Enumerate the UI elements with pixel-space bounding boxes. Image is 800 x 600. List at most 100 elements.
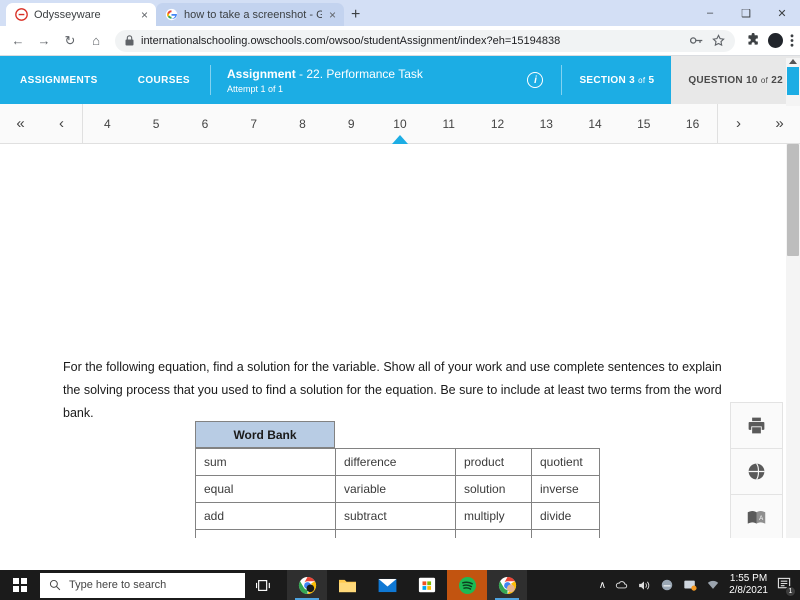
dictionary-button[interactable]: A [731, 495, 782, 538]
puzzle-piece-icon[interactable] [746, 33, 761, 48]
pager-page-5[interactable]: 5 [132, 104, 181, 143]
pager-numbers: 4 5 6 7 8 9 10 11 12 13 14 15 16 [82, 104, 718, 143]
notification-center-button[interactable]: 1 [777, 577, 796, 597]
window-close-button[interactable]: ✕ [764, 0, 800, 26]
home-button[interactable]: ⌂ [84, 29, 108, 53]
forward-button[interactable]: → [32, 29, 56, 53]
question-indicator: QUESTION 10 of 22 [671, 56, 800, 104]
address-bar-url: internationalschooling.owschools.com/ows… [141, 34, 561, 47]
taskbar-clock[interactable]: 1:55 PM 2/8/2021 [729, 573, 768, 598]
word-bank-cell: quotient [531, 448, 600, 476]
task-view-icon [256, 579, 270, 591]
browser-tab-odysseyware[interactable]: Odysseyware × [6, 3, 156, 26]
pager-page-16[interactable]: 16 [668, 104, 717, 143]
globe-icon [748, 463, 765, 480]
browser-tab-google-search[interactable]: how to take a screenshot - Goog × [156, 3, 344, 26]
word-bank-cell: sum [195, 448, 336, 476]
three-dot-menu-icon[interactable] [790, 33, 794, 48]
print-button[interactable] [731, 403, 782, 449]
file-explorer-taskbar-icon[interactable] [327, 570, 367, 600]
browser-tab-title: how to take a screenshot - Goog [184, 8, 322, 21]
cloud-sync-icon[interactable] [660, 578, 674, 592]
pager-page-12[interactable]: 12 [473, 104, 522, 143]
pager-page-14[interactable]: 14 [571, 104, 620, 143]
pager-page-9[interactable]: 9 [327, 104, 376, 143]
dictionary-icon: A [747, 510, 766, 524]
maximize-button[interactable]: ❑ [728, 0, 764, 26]
page-scrollbar[interactable] [786, 144, 800, 538]
question-text: For the following equation, find a solut… [63, 360, 722, 421]
scrollbar-thumb[interactable] [787, 67, 799, 95]
display-icon[interactable] [683, 578, 697, 592]
close-icon[interactable]: × [140, 9, 149, 21]
translate-button[interactable] [731, 449, 782, 495]
pager-page-6[interactable]: 6 [181, 104, 230, 143]
screen: Odysseyware × how to take a screenshot -… [0, 0, 800, 600]
address-bar[interactable]: internationalschooling.owschools.com/ows… [115, 29, 735, 52]
pager-page-15[interactable]: 15 [619, 104, 668, 143]
pager-first-button[interactable]: « [0, 104, 41, 143]
assignment-info: Assignment - 22. Performance Task Attemp… [211, 56, 509, 104]
back-button[interactable]: ← [6, 29, 30, 53]
taskbar-search-placeholder: Type here to search [69, 579, 167, 591]
new-tab-button[interactable]: + [351, 6, 360, 26]
window-controls: – ❑ ✕ [692, 0, 800, 26]
pager-page-8[interactable]: 8 [278, 104, 327, 143]
chrome-second-taskbar-icon[interactable] [487, 570, 527, 600]
search-icon [49, 579, 61, 591]
pager-page-7[interactable]: 7 [229, 104, 278, 143]
word-bank: Word Bank sum difference product quotient eq… [195, 421, 600, 538]
pager-page-4[interactable]: 4 [83, 104, 132, 143]
word-bank-cell: divide [531, 502, 600, 530]
minimize-button[interactable]: – [692, 0, 728, 26]
start-button[interactable] [0, 570, 40, 600]
clock-time: 1:55 PM [729, 572, 768, 584]
word-bank-table: sum difference product quotient equal variabl… [195, 448, 600, 538]
print-icon [748, 417, 765, 434]
pager-last-button[interactable]: » [759, 104, 800, 143]
nav-assignments[interactable]: ASSIGNMENTS [0, 56, 118, 104]
word-bank-header: Word Bank [195, 421, 335, 448]
chrome-taskbar-icon[interactable] [287, 570, 327, 600]
spotify-taskbar-icon[interactable] [447, 570, 487, 600]
pager-next-button[interactable]: › [718, 104, 759, 143]
browser-toolbar: ← → ↻ ⌂ internationalschooling.owschools… [0, 26, 800, 56]
nav-courses[interactable]: COURSES [118, 56, 210, 104]
browser-tab-title: Odysseyware [34, 8, 101, 21]
scroll-up-arrow-icon[interactable] [789, 59, 797, 64]
avatar[interactable] [768, 33, 783, 48]
mail-taskbar-icon[interactable] [367, 570, 407, 600]
task-view-button[interactable] [245, 579, 283, 592]
volume-icon[interactable] [637, 579, 651, 592]
section-indicator: SECTION 3 of 5 [562, 56, 671, 104]
word-bank-cell: inequality [531, 529, 600, 538]
microsoft-store-taskbar-icon[interactable] [407, 570, 447, 600]
pager-page-13[interactable]: 13 [522, 104, 571, 143]
section-total: 5 [648, 74, 655, 86]
word-bank-cell: less than [335, 529, 456, 538]
notification-count: 1 [785, 585, 796, 597]
word-bank-cell: difference [335, 448, 456, 476]
password-key-icon[interactable] [690, 35, 703, 46]
windows-taskbar: Type here to search ∧ 1:55 PM 2/8/2021 1 [0, 570, 800, 600]
taskbar-search-input[interactable]: Type here to search [40, 572, 245, 598]
page-scrollbar-thumb[interactable] [787, 144, 799, 256]
clock-date: 2/8/2021 [729, 585, 768, 596]
tray-expand-chevron-icon[interactable]: ∧ [599, 580, 606, 591]
close-icon[interactable]: × [328, 9, 337, 21]
info-icon: i [527, 72, 544, 88]
pager-page-10[interactable]: 10 [376, 104, 425, 143]
word-bank-cell: subtract [335, 502, 456, 530]
pager-page-11[interactable]: 11 [424, 104, 473, 143]
section-prefix: SECTION [579, 74, 627, 86]
bookmark-star-icon[interactable] [712, 34, 725, 47]
wifi-icon[interactable] [706, 579, 720, 591]
word-bank-cell: greater than [455, 529, 532, 538]
onedrive-icon[interactable] [615, 579, 628, 592]
assignment-label: Assignment [227, 66, 296, 81]
reload-button[interactable]: ↻ [58, 29, 82, 53]
header-scrollbar[interactable] [786, 58, 800, 106]
info-button[interactable]: i [509, 56, 561, 104]
pager-prev-button[interactable]: ‹ [41, 104, 82, 143]
table-row: more thanless thangreater thaninequality [195, 529, 600, 538]
